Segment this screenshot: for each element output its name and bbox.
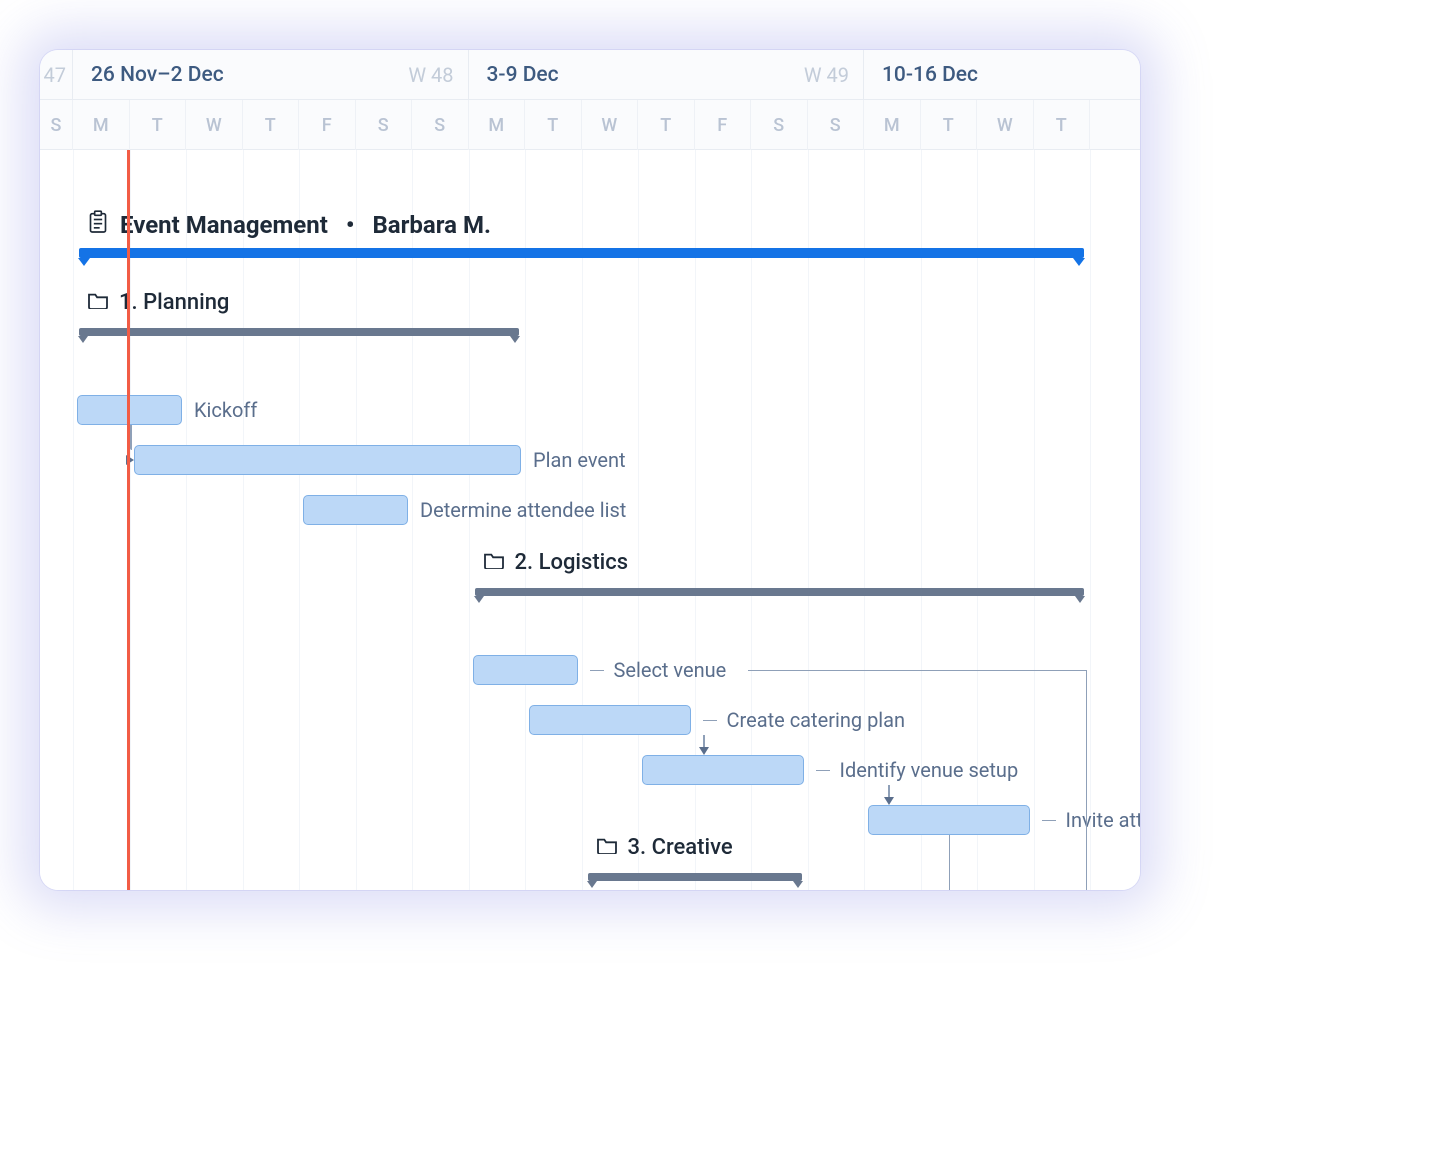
separator-dot: • [346, 211, 355, 239]
clipboard-icon [88, 210, 108, 240]
folder-icon [596, 835, 618, 860]
group-label: 1. Planning [119, 290, 229, 315]
project-span-bar[interactable] [79, 248, 1084, 258]
dependency-link [748, 670, 1087, 671]
week-cell[interactable]: 3-9 Dec W 49 [469, 50, 865, 100]
week-range-label: 26 Nov–2 Dec [91, 63, 224, 87]
task-label: Plan event [533, 445, 626, 475]
project-name: Event Management [120, 211, 328, 239]
day-cell: F [299, 100, 356, 150]
day-cell: F [695, 100, 752, 150]
day-cell: T [243, 100, 300, 150]
task-bar-invite[interactable] [868, 805, 1030, 835]
week-cell[interactable]: 10-16 Dec [864, 50, 1140, 100]
week-range-label: 3-9 Dec [487, 63, 559, 87]
task-label: Select venue [590, 655, 727, 685]
group-label: 2. Logistics [515, 550, 629, 575]
task-label: Create catering plan [703, 705, 906, 735]
prev-week-number: 47 [40, 50, 73, 100]
today-indicator [127, 150, 130, 890]
group-label: 3. Creative [628, 835, 733, 860]
gantt-frame: 47 26 Nov–2 DecW 483-9 DecW 4910-16 Dec … [40, 50, 1140, 890]
task-bar-catering[interactable] [529, 705, 691, 735]
project-title[interactable]: Event Management • Barbara M. [88, 210, 491, 240]
group-span-bar[interactable] [475, 588, 1085, 596]
task-bar-setup[interactable] [642, 755, 804, 785]
day-cell: T [130, 100, 187, 150]
task-label: Invite attendees [1042, 805, 1141, 835]
day-cell: W [186, 100, 243, 150]
task-bar-attendee[interactable] [303, 495, 408, 525]
day-cell: M [864, 100, 921, 150]
week-range-label: 10-16 Dec [882, 63, 978, 87]
day-cell: S [412, 100, 469, 150]
project-owner: Barbara M. [372, 211, 490, 239]
week-cell[interactable]: 26 Nov–2 Dec W 48 [73, 50, 469, 100]
day-cell: M [73, 100, 130, 150]
group-title-creative[interactable]: 3. Creative [596, 835, 733, 860]
task-label: Determine attendee list [420, 495, 626, 525]
day-cell: T [921, 100, 978, 150]
task-bar-venue[interactable] [473, 655, 578, 685]
week-number-label: W 48 [408, 63, 453, 87]
day-cell: W [582, 100, 639, 150]
group-span-bar[interactable] [588, 873, 802, 881]
group-span-bar[interactable] [79, 328, 519, 336]
day-cell: W [977, 100, 1034, 150]
weeks-row: 47 26 Nov–2 Dec W 48 3-9 Dec W 49 10-16 Dec [40, 50, 1140, 100]
task-bar-plan[interactable] [134, 445, 522, 475]
task-label: Kickoff [194, 395, 257, 425]
days-row: SMTWTFSSMTWTFSSMTWT [40, 100, 1140, 150]
task-label: Identify venue setup [816, 755, 1019, 785]
gantt-body[interactable]: Event Management • Barbara M. 1. Planning Ki… [40, 150, 1140, 890]
group-title-logistics[interactable]: 2. Logistics [483, 550, 629, 575]
day-cell: S [808, 100, 865, 150]
group-title-planning[interactable]: 1. Planning [87, 290, 229, 315]
day-cell: T [1034, 100, 1091, 150]
folder-icon [87, 290, 109, 315]
folder-icon [483, 550, 505, 575]
day-cell: S [40, 100, 73, 150]
day-cell: S [751, 100, 808, 150]
day-cell: M [469, 100, 526, 150]
day-cell: S [356, 100, 413, 150]
day-cell: T [525, 100, 582, 150]
day-cell: T [638, 100, 695, 150]
week-number-label: W 49 [804, 63, 849, 87]
timeline-header: 47 26 Nov–2 DecW 483-9 DecW 4910-16 Dec … [40, 50, 1140, 150]
